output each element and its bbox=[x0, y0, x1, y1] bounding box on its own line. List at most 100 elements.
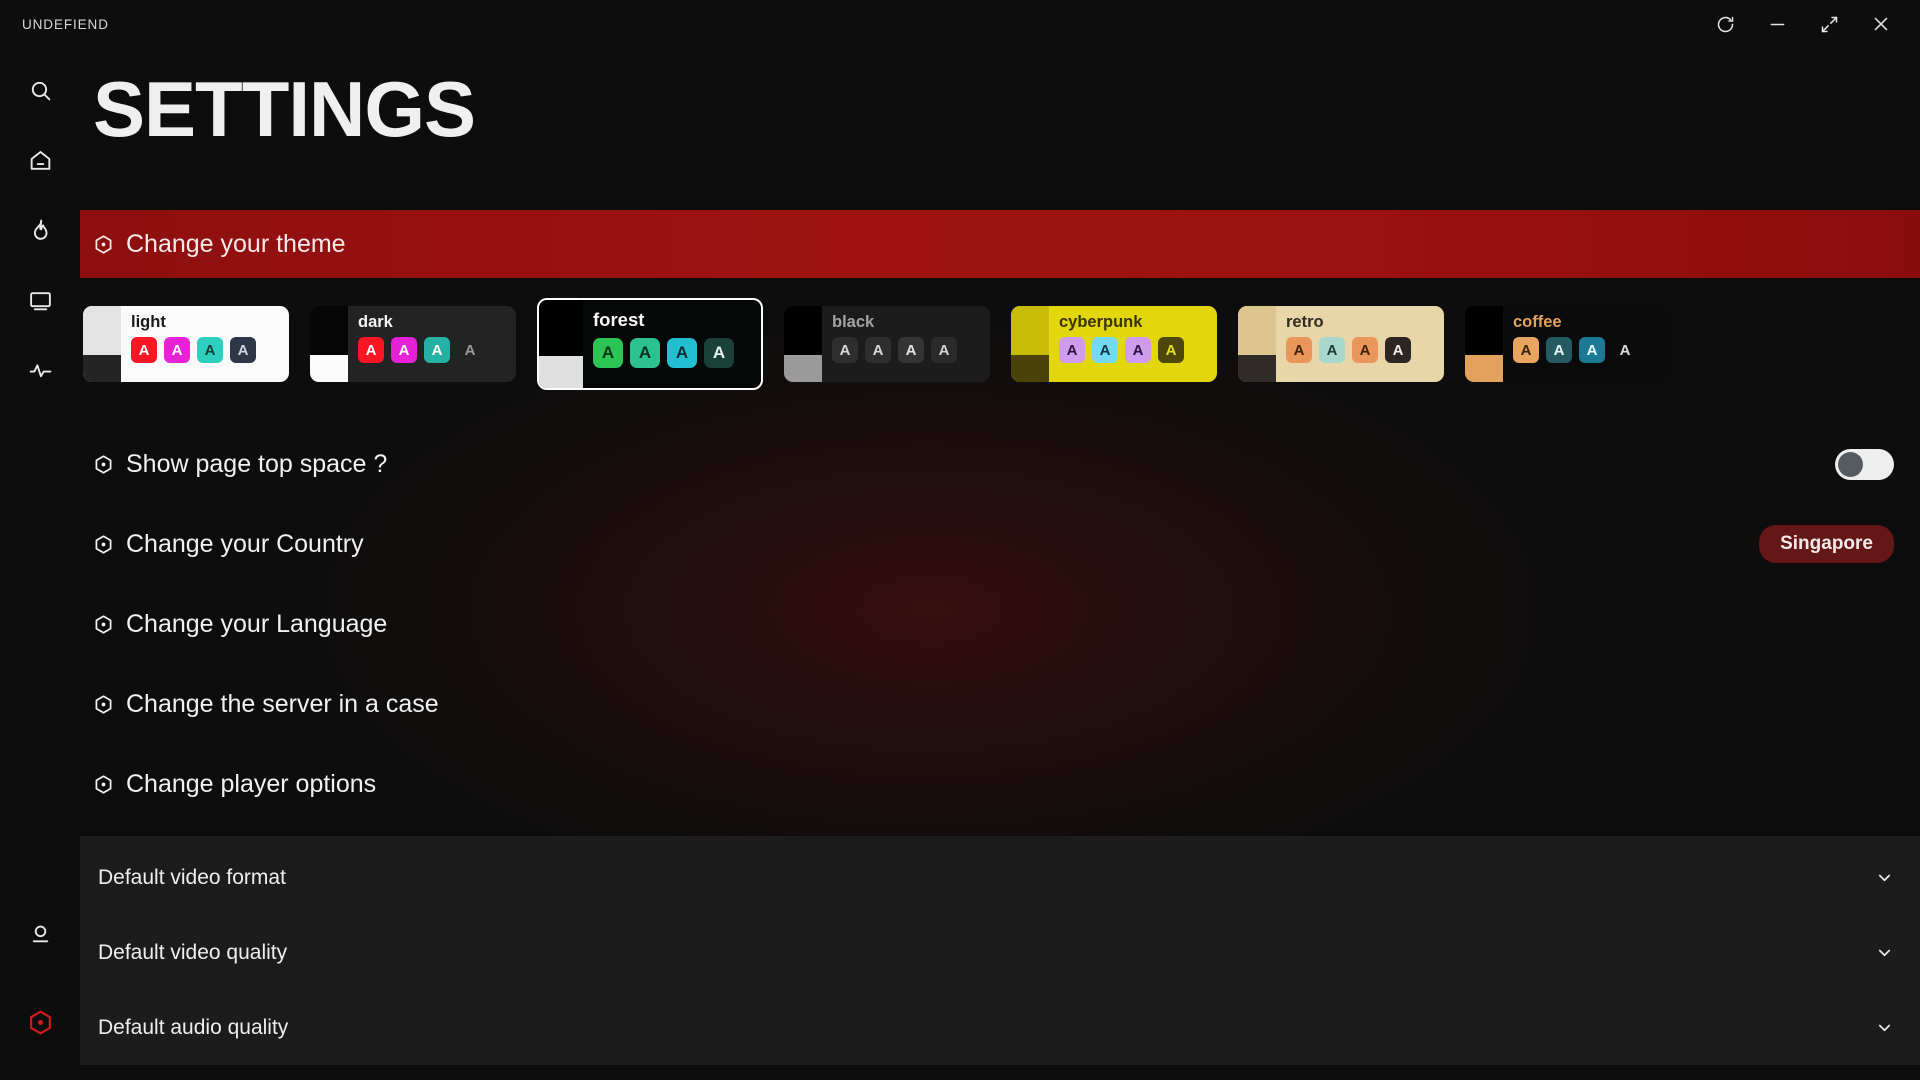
accordion-row[interactable]: Default video quality bbox=[80, 915, 1920, 990]
strip-top bbox=[310, 306, 348, 355]
strip-top bbox=[784, 306, 822, 355]
show-page-top-space-toggle[interactable] bbox=[1835, 448, 1894, 480]
sidebar-item-settings[interactable] bbox=[18, 1000, 62, 1044]
theme-swatch: A bbox=[931, 337, 957, 363]
sidebar-item-trending[interactable] bbox=[18, 208, 62, 252]
theme-swatch-row: AAAA bbox=[131, 337, 289, 363]
theme-card-preview-strip bbox=[1011, 306, 1049, 382]
sidebar bbox=[0, 48, 80, 1080]
theme-card-name: light bbox=[131, 313, 166, 331]
theme-swatch-row: AAAA bbox=[1513, 337, 1671, 363]
theme-card-dark[interactable]: dark A A A A bbox=[310, 306, 516, 382]
theme-card-body: black A A A A bbox=[822, 306, 990, 382]
chevron-down-icon[interactable] bbox=[1875, 868, 1894, 887]
chevron-down-icon[interactable] bbox=[1875, 1018, 1894, 1037]
strip-bottom bbox=[1465, 354, 1503, 382]
settings-row-label-group: Show page top space ? bbox=[93, 450, 387, 479]
theme-swatch-row: AAAA bbox=[593, 338, 761, 368]
settings-row-list: Show page top space ? Change your Countr… bbox=[80, 424, 1920, 824]
accordion-row-label: Default video quality bbox=[98, 940, 288, 964]
settings-hex-icon bbox=[93, 694, 114, 715]
settings-row-label: Change your Language bbox=[126, 609, 388, 638]
theme-swatch: A bbox=[832, 337, 858, 363]
settings-row-label-group: Change your Language bbox=[93, 610, 387, 639]
theme-swatch: A bbox=[424, 337, 450, 363]
close-icon[interactable] bbox=[1866, 9, 1896, 39]
theme-card-body: dark A A A A bbox=[348, 306, 516, 382]
strip-bottom bbox=[539, 356, 583, 388]
theme-swatch: A bbox=[391, 337, 417, 363]
theme-swatch: A bbox=[667, 338, 697, 368]
settings-row-label: Change your Country bbox=[126, 529, 364, 558]
sidebar-item-home[interactable] bbox=[18, 138, 62, 182]
theme-card-forest[interactable]: forest A A A A bbox=[537, 298, 763, 390]
strip-top bbox=[83, 306, 121, 355]
app-title: UNDEFIEND bbox=[22, 16, 109, 32]
activity-icon bbox=[28, 358, 53, 383]
change-theme-label-group: Change your theme bbox=[93, 230, 346, 259]
theme-swatch: A bbox=[1579, 337, 1605, 363]
settings-row[interactable]: Change your Language bbox=[80, 584, 1920, 664]
theme-card-preview-strip bbox=[1238, 306, 1276, 382]
theme-swatch: A bbox=[898, 337, 924, 363]
accordion-row[interactable]: Default audio quality bbox=[80, 990, 1920, 1065]
chevron-down-icon[interactable] bbox=[1875, 943, 1894, 962]
theme-card-list[interactable]: light A A A Adark A A A Aforest A A A Ablack A A A Acybe… bbox=[80, 292, 1920, 396]
strip-top bbox=[1238, 306, 1276, 355]
change-theme-banner[interactable]: Change your theme bbox=[80, 210, 1920, 278]
strip-bottom bbox=[1238, 354, 1276, 382]
sync-icon[interactable] bbox=[1710, 9, 1740, 39]
strip-bottom bbox=[310, 354, 348, 382]
settings-row[interactable]: Change your Country Singapore bbox=[80, 504, 1920, 584]
theme-swatch: A bbox=[1546, 337, 1572, 363]
theme-swatch-row: AAAA bbox=[1286, 337, 1444, 363]
change-theme-label: Change your theme bbox=[126, 229, 346, 258]
country-value-button[interactable]: Singapore bbox=[1759, 525, 1894, 563]
theme-card-preview-strip bbox=[539, 300, 583, 388]
theme-card-retro[interactable]: retro A A A A bbox=[1238, 306, 1444, 382]
minimize-icon[interactable] bbox=[1762, 9, 1792, 39]
sidebar-item-search[interactable] bbox=[18, 68, 62, 112]
theme-swatch: A bbox=[630, 338, 660, 368]
accordion-row[interactable]: Default video format bbox=[80, 840, 1920, 915]
sidebar-item-tv[interactable] bbox=[18, 278, 62, 322]
theme-card-name: cyberpunk bbox=[1059, 313, 1143, 331]
app-window: UNDEFIEND SETTINGS Change your theme lig… bbox=[0, 0, 1920, 1080]
theme-card-cyberpunk[interactable]: cyberpunk A A A A bbox=[1011, 306, 1217, 382]
theme-card-preview-strip bbox=[83, 306, 121, 382]
settings-row-control: Singapore bbox=[1759, 525, 1894, 563]
settings-row[interactable]: Change the server in a case bbox=[80, 664, 1920, 744]
window-controls bbox=[1710, 9, 1896, 39]
theme-card-coffee[interactable]: coffee A A A A bbox=[1465, 306, 1671, 382]
sidebar-bottom-group bbox=[18, 912, 62, 1044]
theme-swatch: A bbox=[164, 337, 190, 363]
theme-swatch: A bbox=[131, 337, 157, 363]
theme-card-black[interactable]: black A A A A bbox=[784, 306, 990, 382]
theme-swatch-row: AAAA bbox=[832, 337, 990, 363]
settings-row-control bbox=[1835, 448, 1894, 480]
settings-row-label-group: Change player options bbox=[93, 770, 376, 799]
theme-card-body: retro A A A A bbox=[1276, 306, 1444, 382]
settings-row-label: Change the server in a case bbox=[126, 689, 439, 718]
sidebar-top-group bbox=[18, 68, 62, 392]
flame-icon bbox=[28, 218, 53, 243]
settings-row[interactable]: Change player options bbox=[80, 744, 1920, 824]
theme-swatch: A bbox=[704, 338, 734, 368]
settings-row-label: Show page top space ? bbox=[126, 449, 388, 478]
settings-row-label: Change player options bbox=[126, 769, 377, 798]
sidebar-item-profile[interactable] bbox=[18, 912, 62, 956]
settings-row[interactable]: Show page top space ? bbox=[80, 424, 1920, 504]
theme-swatch: A bbox=[865, 337, 891, 363]
theme-swatch: A bbox=[1092, 337, 1118, 363]
theme-swatch: A bbox=[1158, 337, 1184, 363]
maximize-icon[interactable] bbox=[1814, 9, 1844, 39]
theme-card-preview-strip bbox=[1465, 306, 1503, 382]
theme-card-preview-strip bbox=[784, 306, 822, 382]
theme-card-body: forest A A A A bbox=[583, 300, 761, 388]
settings-hex-icon bbox=[27, 1009, 54, 1036]
sidebar-item-activity[interactable] bbox=[18, 348, 62, 392]
theme-swatch: A bbox=[464, 341, 476, 359]
theme-card-light[interactable]: light A A A A bbox=[83, 306, 289, 382]
strip-top bbox=[1011, 306, 1049, 355]
main-content: SETTINGS Change your theme light A A A Adark… bbox=[80, 48, 1920, 1080]
